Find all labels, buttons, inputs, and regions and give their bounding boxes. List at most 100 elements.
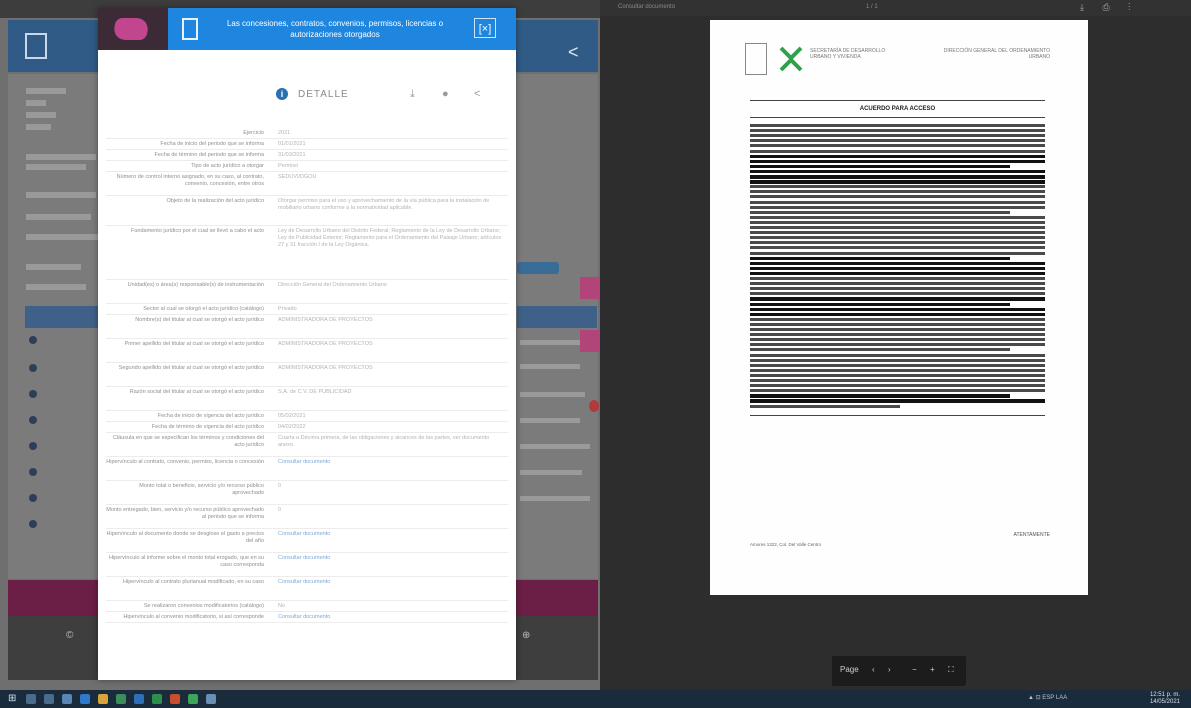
field-value: ADMINISTRADORA DE PROYECTOS [278,341,373,347]
divider [750,100,1045,101]
action-button[interactable] [580,277,600,299]
field-value: 0 [278,483,282,489]
next-page-button[interactable]: › [888,665,891,674]
field-label: Unidad(es) o área(s) responsable(s) de i… [127,282,264,288]
pdf-text-line [750,389,1045,393]
pdf-reference: DIRECCIÓN GENERAL DEL ORDENAMIENTO URBAN… [943,48,1050,60]
pdf-text-line [750,210,1010,214]
table-row-bullet [29,336,37,344]
pdf-institution: SECRETARÍA DE DESARROLLO URBANO Y VIVIEN… [810,48,886,60]
app-icon[interactable] [206,694,216,704]
pdf-text-line [750,220,1045,224]
pdf-text-line [750,215,1045,219]
field-label: Cláusula en que se especifican los térmi… [112,435,264,448]
brand-logo-icon [111,18,151,40]
pdf-text-line [750,200,1045,204]
excel-icon[interactable] [152,694,162,704]
pdf-text-line [750,164,1010,169]
table-row-bullet [29,416,37,424]
field-link[interactable]: Consultar documento [278,459,504,466]
field-row: Primer apellido del titular al cual se o… [106,339,508,363]
search-icon[interactable] [26,694,36,704]
pdf-text-line [750,241,1045,245]
app-icon[interactable] [116,694,126,704]
system-tray[interactable]: ▲ ⊡ ESP LAA [1028,694,1067,701]
field-value: SEDUVI/DGOU [278,174,317,180]
field-label: Monto entregado, bien, servicio y/o recu… [106,507,264,520]
divider [750,415,1045,416]
start-button[interactable]: ⊞ [8,693,16,704]
pdf-text-line [750,236,1045,240]
pdf-viewer-title: Consultar documento [618,4,676,10]
field-list: Ejercicio 2021 Fecha de inicio del periodo… [106,128,508,623]
zoom-out-button[interactable]: − [912,665,917,674]
table-header-right [517,306,597,328]
pdf-text-line [750,180,1045,184]
clock-date: 14/05/2021 [1149,699,1180,705]
field-value: Otorgar permiso para el uso y aprovecham… [278,198,490,211]
field-label: Fundamento jurídico por el cual se llevó… [131,228,264,234]
field-value: 01/01/2021 [278,141,306,147]
field-row: Nombre(s) del titular al cual se otorgó … [106,315,508,339]
pdf-text-line [750,246,1045,250]
pdf-text-line [750,261,1045,266]
field-row: Fecha de inicio del periodo que se infor… [106,139,508,150]
pdf-text-line [750,353,1045,357]
tab-detalle[interactable]: DETALLE [298,89,349,100]
share-icon[interactable]: < [568,42,579,63]
pdf-address: Amores 1322, Col. Del Valle Centro [750,542,821,547]
pdf-text-line [750,394,1010,398]
field-label: Hipervínculo al informe sobre el monto t… [108,555,264,568]
pdf-text-line [750,256,1010,261]
field-link[interactable]: Consultar documento [278,614,504,621]
folder-icon[interactable] [98,694,108,704]
zoom-in-button[interactable]: + [930,665,935,674]
field-row: Fundamento jurídico por el cual se llevó… [106,226,508,280]
pdf-text-line [750,205,1045,209]
field-link[interactable]: Consultar documento [278,555,504,562]
pdf-text-line [750,404,900,408]
field-label: Monto total o beneficio, servicio y/o re… [139,483,264,496]
chrome-icon[interactable] [188,694,198,704]
prev-page-button[interactable]: ‹ [872,665,875,674]
pdf-text-line [750,175,1045,179]
table-row-bullet [29,494,37,502]
pdf-text-line [750,292,1045,296]
task-view-icon[interactable] [44,694,54,704]
filter-pill[interactable] [517,262,559,274]
powerpoint-icon[interactable] [170,694,180,704]
field-row: Hipervínculo al documento donde se desgl… [106,529,508,553]
viewer-tools-icons[interactable]: ⤓ ⎙ ⋮ [1080,2,1138,13]
close-button[interactable]: [×] [474,18,496,38]
field-label: Segundo apellido del titular al cual se … [118,365,264,371]
document-icon [182,18,198,40]
pdf-text-line [750,399,1045,403]
share-icon[interactable]: < [474,88,480,100]
pdf-heading: ACUERDO PARA ACCESO [859,106,936,112]
pdf-text-line [750,144,1045,148]
word-icon[interactable] [134,694,144,704]
field-link[interactable]: Consultar documento [278,579,504,586]
pdf-page: SECRETARÍA DE DESARROLLO URBANO Y VIVIEN… [710,20,1088,595]
field-value: Ley de Desarrollo Urbano del Distrito Fe… [278,228,502,248]
print-icon[interactable]: ● [442,88,449,100]
fit-page-button[interactable]: ⛶ [948,665,954,675]
field-link[interactable]: Consultar documento [278,531,504,538]
edge-icon[interactable] [80,694,90,704]
pdf-text-line [750,231,1045,235]
clock[interactable]: 12:51 p. m. 14/05/2021 [1140,692,1180,706]
pdf-text-line [750,384,1045,388]
field-row: Hipervínculo al informe sobre el monto t… [106,553,508,577]
field-value: 0 [278,507,282,513]
action-button[interactable] [580,330,600,352]
download-icon[interactable]: ⤓ [410,88,415,101]
field-row: Monto total o beneficio, servicio y/o re… [106,481,508,505]
field-label: Hipervínculo al contrato, convenio, perm… [106,459,264,465]
pdf-text-line [750,343,1045,347]
divider [750,117,1045,118]
field-row: Fecha de término de vigencia del acto ju… [106,422,508,433]
pdf-text-line [750,322,1045,326]
field-row: Razón social del titular al cual se otor… [106,387,508,411]
field-row: Fecha de inicio de vigencia del acto jur… [106,411,508,422]
app-icon[interactable] [62,694,72,704]
